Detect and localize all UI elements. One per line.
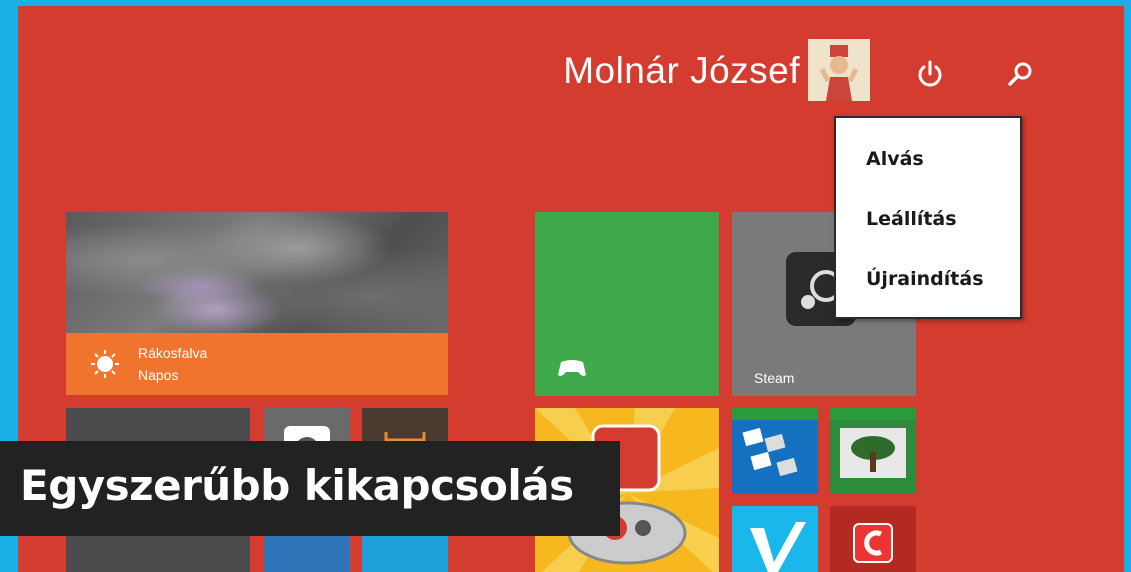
search-button[interactable]: [998, 52, 1042, 96]
search-icon: [1008, 62, 1032, 86]
power-button[interactable]: [908, 52, 952, 96]
cleaner-icon: [853, 523, 893, 563]
steam-label: Steam: [754, 370, 795, 386]
menu-item-sleep[interactable]: Alvás: [866, 148, 924, 170]
menu-item-restart[interactable]: Újraindítás: [866, 268, 984, 290]
menu-item-shutdown[interactable]: Leállítás: [866, 208, 957, 230]
xbox-tile[interactable]: [535, 212, 719, 396]
gamepad-icon: [558, 360, 586, 376]
power-icon: [918, 60, 942, 87]
mahjong-tile[interactable]: [830, 408, 916, 494]
user-avatar[interactable]: [808, 39, 870, 101]
caption-text: Egyszerűbb kikapcsolás: [20, 461, 574, 510]
caption-banner: Egyszerűbb kikapcsolás: [0, 441, 620, 536]
weather-condition: Napos: [138, 367, 179, 383]
weather-tile-image[interactable]: [66, 212, 448, 333]
user-name[interactable]: Molnár József: [550, 50, 800, 92]
vimeo-tile[interactable]: [732, 506, 818, 572]
game-icon: [830, 408, 916, 478]
sun-icon: [91, 350, 119, 378]
power-menu: Alvás Leállítás Újraindítás: [834, 116, 1022, 319]
solitaire-tile[interactable]: [732, 408, 818, 494]
weather-city: Rákosfalva: [138, 345, 208, 361]
weather-tile[interactable]: Rákosfalva Napos: [66, 333, 448, 395]
game-icon: [732, 408, 818, 477]
ccleaner-tile[interactable]: [830, 506, 916, 572]
vimeo-icon: [750, 522, 806, 572]
